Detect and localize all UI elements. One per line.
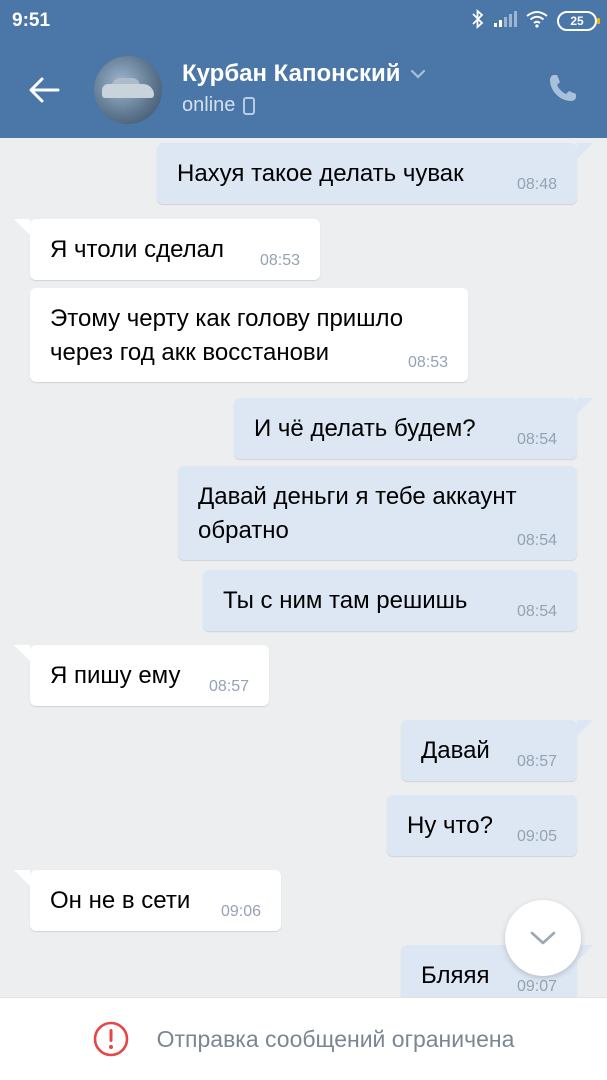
message-bubble-outgoing[interactable]: Ну что? 09:05 (387, 795, 577, 856)
message-text-line: Этому черту как голову пришло (50, 305, 404, 332)
message-bubble-incoming[interactable]: Этому черту как голову пришло через год … (30, 288, 468, 382)
message-text-line: через год акк восстанови (50, 339, 330, 366)
message-time: 08:53 (407, 354, 448, 371)
message-time: 08:54 (516, 532, 557, 549)
contact-name-label: Курбан Капонский (182, 60, 401, 87)
status-label: online (182, 94, 236, 116)
message-text: Нахуя такое делать чувак (177, 160, 464, 187)
message-time: 08:48 (516, 176, 557, 193)
battery-icon: 25 (557, 11, 600, 31)
message-time: 08:57 (516, 753, 557, 770)
battery-level: 25 (570, 14, 584, 28)
message-bubble-incoming[interactable]: Я чтоли сделал 08:53 (14, 219, 320, 280)
message-bubble-outgoing[interactable]: Давай 08:57 (401, 720, 593, 781)
message-text: Давай деньги я тебе аккаунт обратно (198, 480, 517, 548)
message-bubble-outgoing[interactable]: Ты с ним там решишь 08:54 (203, 570, 577, 631)
avatar[interactable] (94, 56, 162, 124)
message-time: 08:57 (208, 678, 249, 695)
status-time: 9:51 (12, 10, 51, 31)
message-text: Ты с ним там решишь (223, 587, 468, 614)
message-text: Этому черту как голову пришло через год … (50, 302, 403, 370)
bluetooth-icon (471, 8, 485, 34)
alert-circle-icon (93, 1021, 128, 1057)
message-time: 08:53 (259, 252, 300, 269)
status-bar: 9:51 25 (0, 0, 607, 42)
message-text-line: Давай деньги я тебе аккаунт (198, 483, 517, 510)
message-bubble-outgoing[interactable]: И чё делать будем? 08:54 (234, 398, 593, 459)
message-bubble-incoming[interactable]: Он не в сети 09:06 (14, 870, 281, 931)
contact-status: online (182, 94, 256, 117)
message-bubble-outgoing[interactable]: Нахуя такое делать чувак 08:48 (157, 143, 593, 204)
message-text: Он не в сети (50, 887, 191, 914)
message-text: Бляяя (421, 962, 490, 989)
mobile-phone-icon (243, 96, 256, 115)
message-time: 08:54 (516, 603, 557, 620)
message-bubble-outgoing[interactable]: Давай деньги я тебе аккаунт обратно 08:5… (178, 466, 577, 560)
message-text: Давай (421, 737, 490, 764)
wifi-icon (525, 10, 549, 33)
message-restriction-bar: Отправка сообщений ограничена (0, 997, 607, 1080)
chevron-down-icon (530, 931, 556, 945)
signal-icon (493, 10, 517, 33)
restriction-notice: Отправка сообщений ограничена (156, 1025, 515, 1052)
chat-header: Курбан Капонский online (0, 42, 607, 138)
message-text: И чё делать будем? (254, 415, 476, 442)
back-button[interactable] (24, 70, 64, 110)
scroll-to-bottom-button[interactable] (505, 900, 581, 976)
message-time: 09:06 (220, 903, 261, 920)
message-time: 08:54 (516, 431, 557, 448)
chevron-down-icon (411, 69, 426, 79)
message-time: 09:07 (516, 978, 557, 995)
message-bubble-incoming[interactable]: Я пишу ему 08:57 (14, 645, 269, 706)
back-arrow-icon (29, 77, 60, 103)
message-text: Я чтоли сделал (50, 236, 225, 263)
message-text: Ну что? (407, 812, 493, 839)
phone-call-icon (550, 75, 576, 101)
contact-name[interactable]: Курбан Капонский (182, 60, 426, 88)
message-text-line: обратно (198, 517, 289, 544)
status-icons: 25 (471, 8, 600, 34)
call-button[interactable] (547, 72, 583, 108)
message-time: 09:05 (516, 828, 557, 845)
message-text: Я пишу ему (50, 662, 181, 689)
